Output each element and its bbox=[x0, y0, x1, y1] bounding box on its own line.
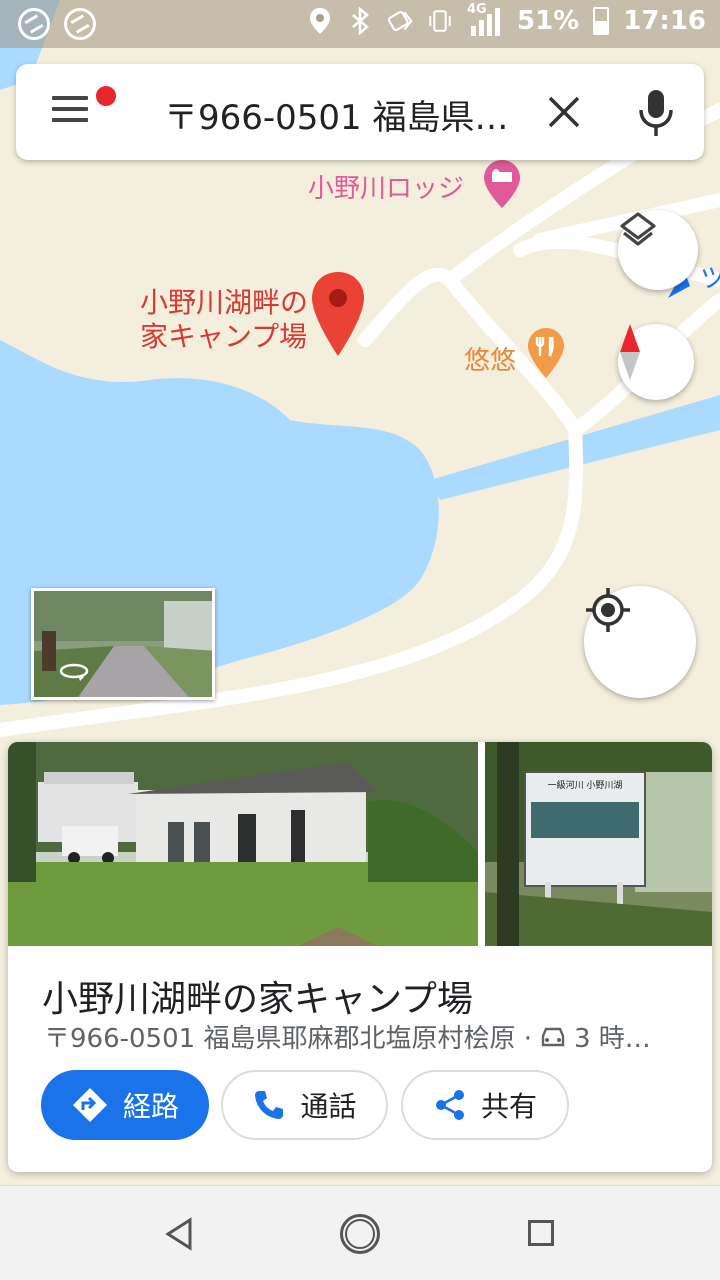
selected-place-label[interactable]: 小野川湖畔の家キャンプ場 bbox=[140, 286, 316, 354]
home-icon[interactable] bbox=[340, 1214, 380, 1254]
location-icon bbox=[307, 6, 333, 36]
layers-icon bbox=[620, 212, 656, 246]
drive-time: 3 時… bbox=[573, 1024, 651, 1054]
car-icon bbox=[541, 1027, 565, 1046]
mic-icon[interactable] bbox=[636, 88, 676, 138]
close-icon[interactable] bbox=[544, 92, 584, 132]
vibrate-icon bbox=[427, 6, 453, 36]
sign-text: 一級河川 小野川湖 bbox=[547, 781, 623, 791]
system-nav-bar bbox=[0, 1185, 720, 1280]
crosshair-icon bbox=[586, 588, 630, 632]
directions-button[interactable]: 経路 bbox=[41, 1070, 209, 1140]
signal-icon: 4G bbox=[467, 2, 503, 36]
layers-button[interactable] bbox=[618, 210, 698, 290]
map-pin-icon[interactable] bbox=[312, 272, 364, 356]
network-type: 4G bbox=[467, 2, 487, 17]
compass-icon bbox=[620, 324, 640, 380]
place-title: 小野川湖畔の家キャンプ場 bbox=[42, 979, 473, 1020]
notification-dot bbox=[96, 86, 116, 106]
restaurant-pin-icon[interactable] bbox=[528, 328, 564, 378]
share-icon bbox=[435, 1090, 464, 1120]
call-button[interactable]: 通話 bbox=[221, 1070, 388, 1140]
place-photo-2[interactable]: 一級河川 小野川湖 bbox=[485, 742, 712, 946]
360-rotate-icon bbox=[59, 663, 89, 681]
search-query[interactable]: 〒966-0501 福島県… bbox=[164, 90, 524, 139]
restaurant-label[interactable]: 悠悠 bbox=[464, 340, 516, 377]
search-bar[interactable]: 〒966-0501 福島県… bbox=[16, 64, 704, 160]
phone-icon bbox=[255, 1091, 284, 1119]
battery-icon bbox=[593, 7, 610, 35]
directions-icon bbox=[72, 1088, 107, 1122]
hamburger-icon[interactable] bbox=[52, 96, 88, 122]
clock: 17:16 bbox=[623, 6, 706, 36]
hotel-pin-icon[interactable] bbox=[484, 160, 520, 208]
lake-sign-photo bbox=[485, 742, 712, 946]
battery-percent: 51% bbox=[517, 6, 580, 36]
place-address-row: 〒966-0501 福島県耶麻郡北塩原村桧原 · 3 時… bbox=[44, 1018, 680, 1055]
share-label: 共有 bbox=[480, 1090, 537, 1123]
street-view-image bbox=[34, 591, 212, 697]
compass-button[interactable] bbox=[618, 324, 694, 400]
share-button[interactable]: 共有 bbox=[401, 1070, 569, 1140]
directions-label: 経路 bbox=[122, 1090, 179, 1123]
status-bar: 4G 51% 17:16 bbox=[0, 0, 720, 48]
call-label: 通話 bbox=[300, 1090, 357, 1123]
place-photo-1[interactable] bbox=[8, 742, 478, 946]
lodge-label[interactable]: 小野川ロッジ bbox=[308, 168, 464, 205]
back-icon[interactable] bbox=[160, 1214, 200, 1254]
nfc-icon bbox=[387, 6, 413, 36]
campsite-photo bbox=[8, 742, 478, 946]
app-notification-icon-2 bbox=[64, 8, 96, 40]
place-card[interactable]: 一級河川 小野川湖 小野川湖畔の家キャンプ場 〒966-0501 福島県耶麻郡北… bbox=[8, 742, 712, 1172]
offscreen-place-label[interactable]: ツ bbox=[700, 258, 720, 295]
place-address: 〒966-0501 福島県耶麻郡北塩原村桧原 · bbox=[44, 1024, 532, 1054]
recents-icon[interactable] bbox=[528, 1220, 554, 1246]
app-notification-icon bbox=[18, 8, 50, 40]
bluetooth-icon bbox=[347, 6, 373, 36]
street-view-thumbnail[interactable] bbox=[31, 588, 215, 700]
my-location-button[interactable] bbox=[584, 586, 696, 698]
